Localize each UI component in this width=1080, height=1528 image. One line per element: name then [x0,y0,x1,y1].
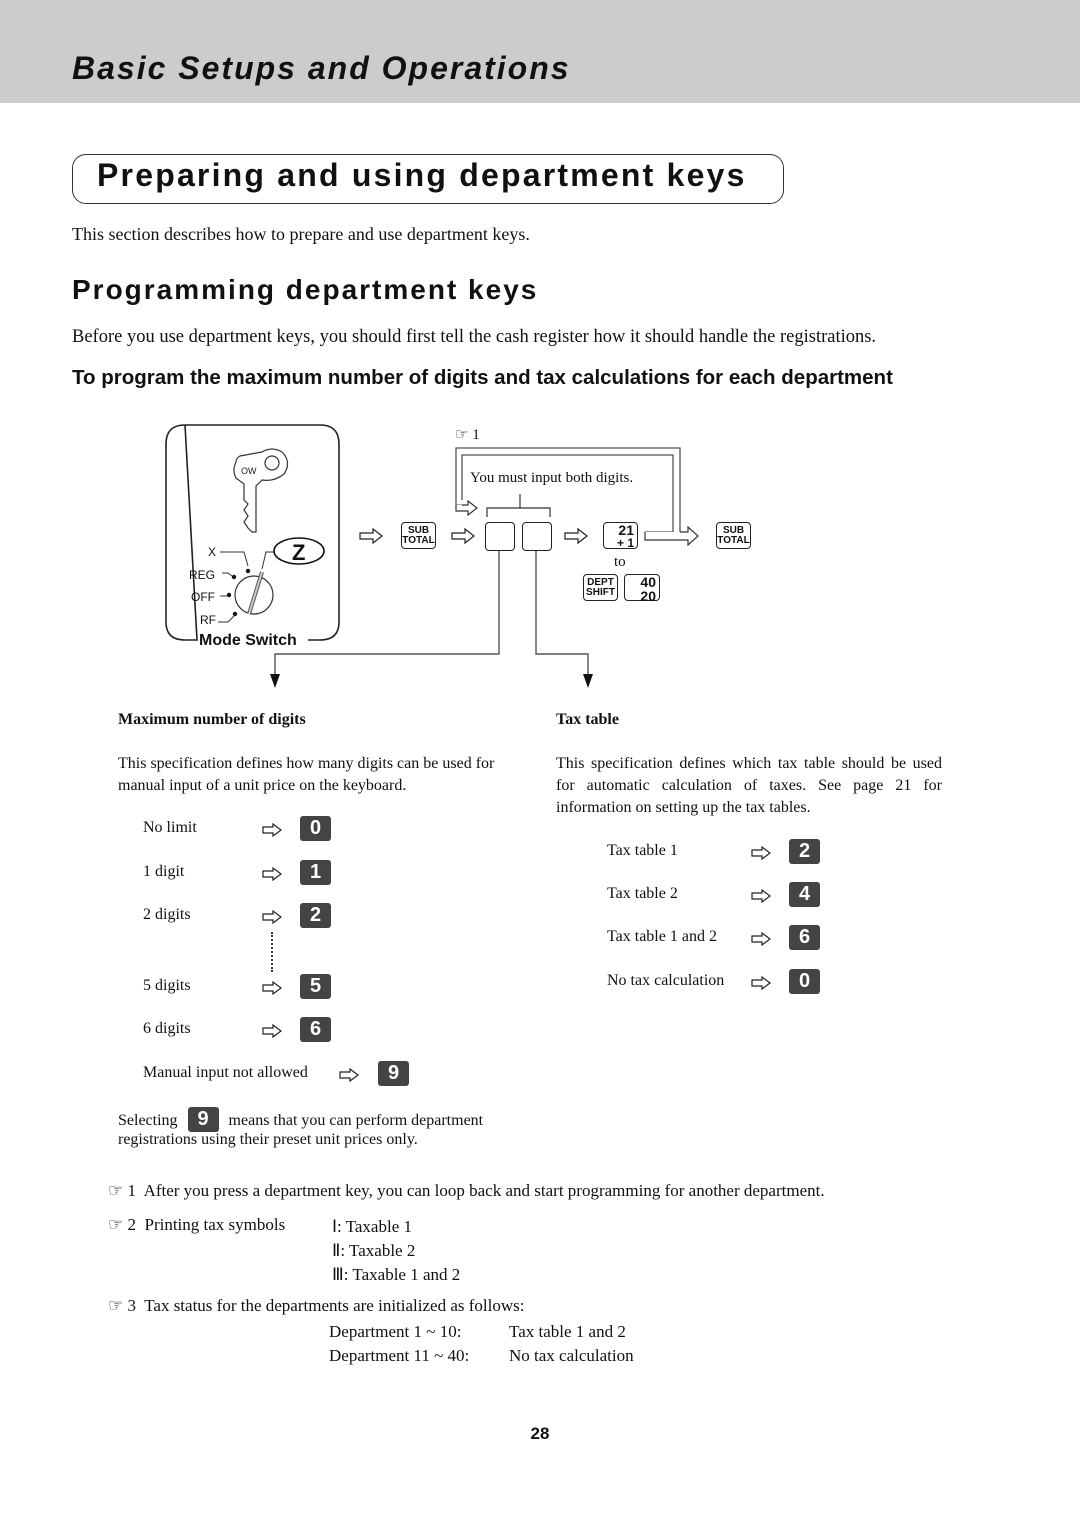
roman-3-icon: Ⅲ [332,1265,344,1284]
tax-symbol-row: Ⅰ: Taxable 1 [332,1217,412,1236]
arrow-icon [564,528,588,544]
option-label: 6 digits [143,1020,191,1037]
arrow-icon [262,909,282,929]
arrow-icon [751,975,771,995]
numeric-key-badge: 2 [789,839,820,864]
tax-table-text: This specification defines which tax tab… [556,755,942,816]
pointing-hand-icon: ☞ [108,1181,124,1200]
option-label: No tax calculation [607,972,725,989]
numeric-key-badge: 1 [300,860,331,885]
svg-text:Z: Z [292,540,305,565]
max-digits-heading: Maximum number of digits [118,711,306,728]
tax-symbol-row: Ⅲ: Taxable 1 and 2 [332,1265,461,1284]
note-2: ☞ 2 Printing tax symbols [108,1215,286,1234]
arrow-icon [451,528,475,544]
arrow-icon [751,931,771,951]
arrow-icon [262,980,282,1000]
numeric-key-badge: 6 [300,1017,331,1042]
page-number: 28 [530,1424,550,1443]
arrow-icon [339,1067,359,1087]
note-1: ☞ 1 After you press a department key, yo… [108,1181,825,1200]
tax-symbols-list: Ⅰ: Taxable 1 Ⅱ: Taxable 2 Ⅲ: Taxable 1 a… [332,1215,460,1287]
pointing-hand-icon: ☞ [455,427,469,443]
numeric-key-badge: 9 [378,1061,409,1086]
pointing-hand-icon: ☞ [108,1215,124,1234]
subtotal-key[interactable]: SUB TOTAL [716,522,751,549]
procedure-diagram: OW Z [165,424,699,688]
note-3: ☞ 3 Tax status for the departments are i… [108,1296,525,1315]
option-label: No limit [143,819,197,836]
table-row: Department 1 ~ 10: Tax table 1 and 2 [329,1322,626,1341]
option-label: 5 digits [143,977,191,994]
numeric-key-badge: 2 [300,903,331,928]
mode-off-label: OFF [191,590,215,604]
mode-rf-label: RF [200,613,216,627]
table-row: Department 11 ~ 40: No tax calculation [329,1346,634,1365]
arrow-icon [262,822,282,842]
department-key-21-1[interactable]: 21 + 1 [603,522,638,549]
option-label: Manual input not allowed [143,1064,308,1081]
arrow-icon [262,866,282,886]
pointing-hand-icon: ☞ [108,1296,124,1315]
subtotal-key[interactable]: SUB TOTAL [401,522,436,549]
tax-symbol-row: Ⅱ: Taxable 2 [332,1241,416,1260]
option-label: 1 digit [143,863,185,880]
arrow-icon [262,1023,282,1043]
tax-table-heading: Tax table [556,711,619,728]
arrow-icon [644,525,699,547]
digit-input-box-2[interactable] [522,522,552,551]
numeric-key-badge: 5 [300,974,331,999]
to-label: to [614,554,626,570]
numeric-key-badge: 0 [300,816,331,841]
mode-switch-label: Mode Switch [199,632,297,649]
max-digits-text: This specification defines how many digi… [118,755,495,794]
option-label: Tax table 1 and 2 [607,928,717,945]
max-digits-footer-line2: registrations using their preset unit pr… [118,1131,418,1148]
department-key-40-20[interactable]: 40 20 [624,574,660,603]
loop-note: ☞ 1 [455,427,480,443]
option-label: 2 digits [143,906,191,923]
arrow-down-icon [270,674,280,688]
dept-shift-key[interactable]: DEPT SHIFT [583,574,618,601]
option-label: Tax table 1 [607,842,678,859]
numeric-key-badge: 0 [789,969,820,994]
numeric-key-badge: 6 [789,925,820,950]
loop-arrow-icon [455,499,478,517]
ellipsis-dots [271,932,273,972]
arrow-icon [751,845,771,865]
digits-note: You must input both digits. [470,470,634,486]
dept-tax-status-table: Department 1 ~ 10: Tax table 1 and 2 Depa… [329,1320,634,1368]
key-icon [233,448,289,533]
key-label: OW [241,466,257,476]
arrow-icon [359,528,383,544]
numeric-key-badge: 4 [789,882,820,907]
digit-input-box-1[interactable] [485,522,515,551]
arrow-icon [751,888,771,908]
mode-x-label: X [208,545,217,559]
arrow-down-icon [583,674,593,688]
option-label: Tax table 2 [607,885,678,902]
mode-reg-label: REG [189,568,216,582]
